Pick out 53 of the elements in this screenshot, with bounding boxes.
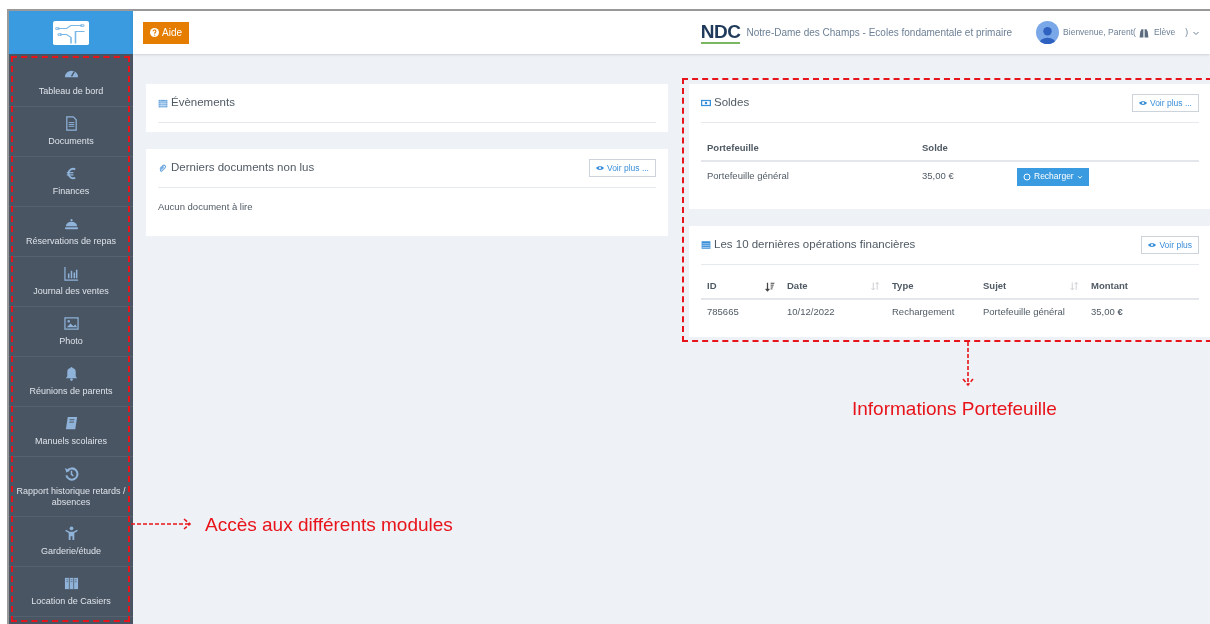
column-header: Solde xyxy=(916,137,1011,161)
column-header: Sujet xyxy=(983,279,1007,294)
question-icon xyxy=(150,28,159,37)
table-cell: 35,00 € xyxy=(916,161,1011,191)
table-cell: Portefeuille général xyxy=(977,299,1085,325)
empty-message: Aucun document à lire xyxy=(158,200,254,214)
student-name: Elève xyxy=(1153,26,1176,39)
column-header: Type xyxy=(892,279,914,294)
welcome-text: Bienvenue, Parent( xyxy=(1063,26,1136,39)
annotation-arrow xyxy=(131,518,193,530)
bar-chart-icon xyxy=(63,266,79,281)
annotation-arrow xyxy=(962,342,974,388)
annotation-label: Informations Portefeuille xyxy=(852,397,1057,421)
history-icon xyxy=(63,465,79,481)
table-cell: 10/12/2022 xyxy=(781,299,886,325)
image-icon xyxy=(63,316,79,331)
chevron-down-icon xyxy=(1076,173,1083,180)
eye-icon xyxy=(1148,241,1157,249)
school-name: Notre-Dame des Champs - Ecoles fondamentale et primaire xyxy=(746,26,1013,40)
lockers-icon xyxy=(63,576,79,591)
calendar-icon xyxy=(158,98,168,108)
card-title: Derniers documents non lus xyxy=(171,160,315,176)
child-figure-icon xyxy=(63,526,79,541)
see-more-button[interactable]: Voir plus ... xyxy=(588,159,656,177)
card-title: Soldes xyxy=(714,95,750,111)
book-icon xyxy=(63,416,79,431)
table-cell: 785665 xyxy=(701,299,781,325)
money-icon xyxy=(701,98,711,108)
table-cell: Rechargement xyxy=(886,299,977,325)
bell-icon xyxy=(63,366,79,381)
binoculars-icon xyxy=(1138,27,1149,38)
document-icon xyxy=(63,116,79,131)
column-header: Date xyxy=(787,279,808,294)
avatar-icon[interactable] xyxy=(1036,21,1060,44)
see-more-button[interactable]: Voir plus ... xyxy=(1131,94,1199,112)
see-more-button[interactable]: Voir plus xyxy=(1141,236,1199,254)
table-cell: Portefeuille général xyxy=(701,161,916,191)
paren-text: ) xyxy=(1185,26,1188,39)
column-header: Montant xyxy=(1091,279,1128,294)
school-logo: NDC xyxy=(700,21,741,44)
column-header: ID xyxy=(707,279,717,294)
paperclip-icon xyxy=(158,163,168,173)
dish-icon xyxy=(63,216,79,231)
eye-icon xyxy=(1138,99,1147,107)
table-icon xyxy=(701,240,711,250)
circuit-logo xyxy=(53,20,89,45)
column-header: Portefeuille xyxy=(701,137,916,161)
refresh-icon xyxy=(1023,172,1031,181)
card-title: Les 10 dernières opérations financières xyxy=(714,237,916,253)
table-cell: 35,00 € xyxy=(1085,299,1199,325)
annotation-label: Accès aux différents modules xyxy=(205,513,453,537)
eye-icon xyxy=(595,164,604,172)
card-title: Évènements xyxy=(171,95,235,111)
